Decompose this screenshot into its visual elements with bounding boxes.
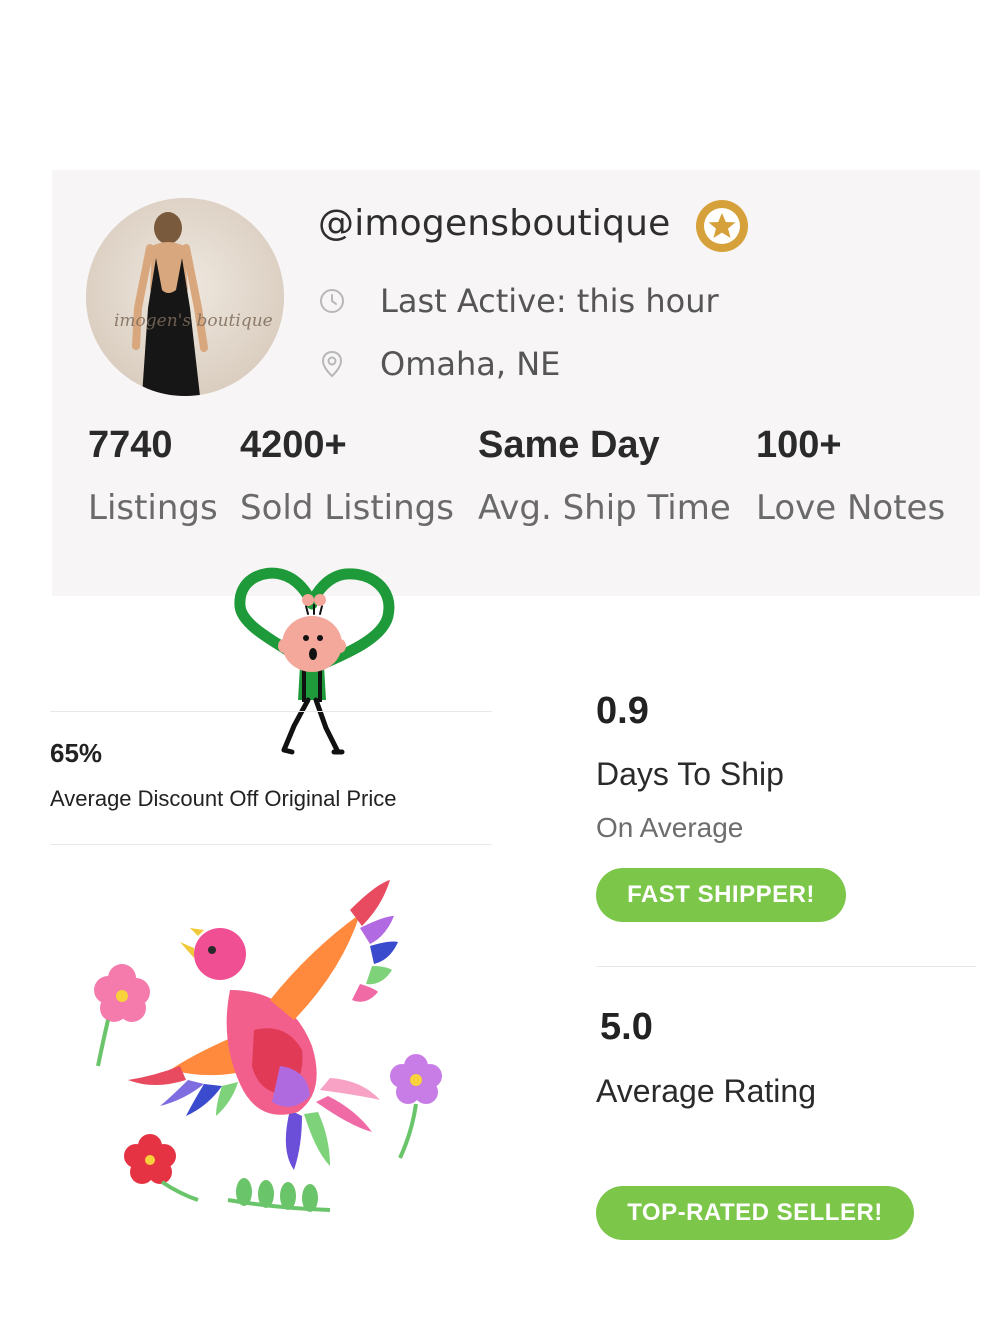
username: @imogensboutique [318,203,671,244]
on-average-label: On Average [596,812,744,843]
listings-count[interactable]: 7740 [88,424,173,467]
listings-label[interactable]: Listings [88,488,218,528]
avatar-watermark: imogen's boutique [114,311,273,331]
days-to-ship-label: Days To Ship [596,756,784,792]
discount-label: Average Discount Off Original Price [50,786,397,811]
bird-illustration [94,880,442,1212]
divider [50,711,492,712]
last-active-text: Last Active: this hour [380,282,719,320]
location-row: Omaha, NE [316,345,560,383]
avatar[interactable]: imogen's boutique [86,198,284,396]
sold-listings-label[interactable]: Sold Listings [240,488,454,528]
pink-flower [94,964,150,1067]
avg-ship-time-label: Avg. Ship Time [478,488,731,528]
red-flower [124,1134,199,1202]
clock-icon [320,289,344,313]
star-icon [696,200,748,252]
avg-ship-time-value: Same Day [478,424,660,466]
days-to-ship-value: 0.9 [596,690,649,732]
location-text: Omaha, NE [380,345,561,383]
heart-doodle [234,567,395,755]
discount-value: 65% [50,738,103,768]
love-notes-count[interactable]: 100+ [756,424,842,467]
average-rating-value: 5.0 [600,1006,653,1048]
average-rating-label: Average Rating [596,1073,816,1109]
divider [596,966,976,967]
location-pin-icon [321,350,343,378]
fast-shipper-badge: FAST SHIPPER! [596,868,846,922]
divider [50,844,492,845]
top-rated-seller-badge: TOP-RATED SELLER! [596,1186,914,1240]
green-leaves [227,1178,331,1212]
sold-listings-count[interactable]: 4200+ [240,424,347,467]
last-active-row: Last Active: this hour [316,282,719,320]
love-notes-label[interactable]: Love Notes [756,488,945,528]
avatar-image: imogen's boutique [86,198,284,396]
purple-flower [390,1054,442,1159]
